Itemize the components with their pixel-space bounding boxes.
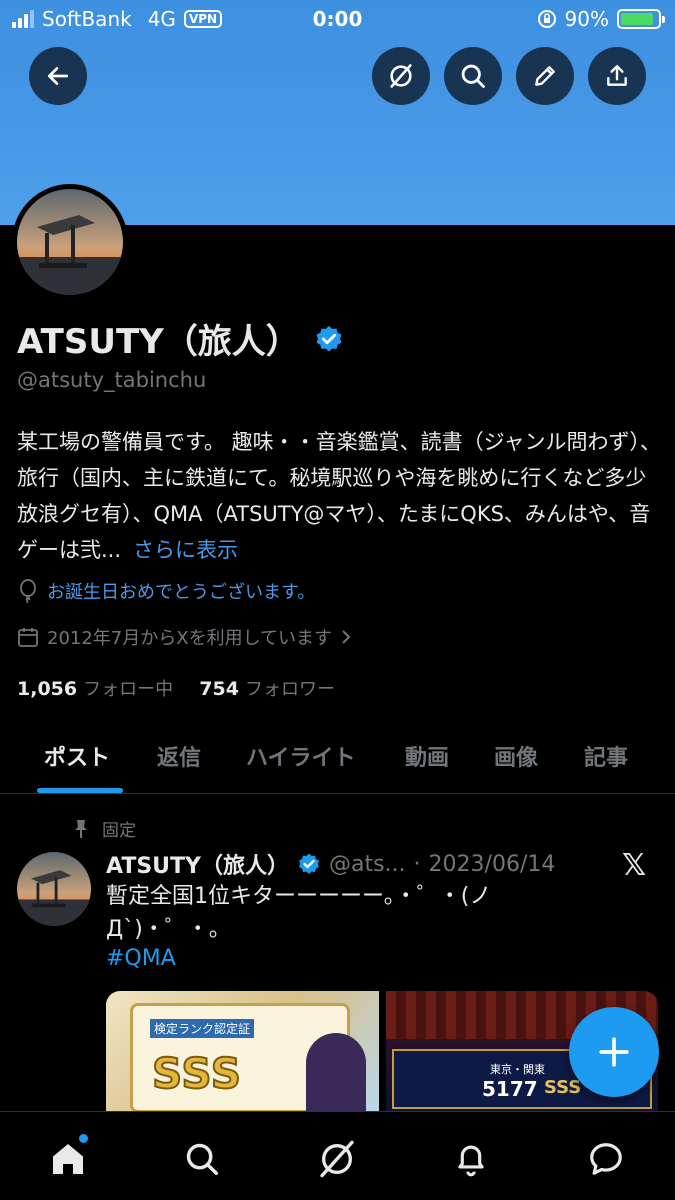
profile-name-row: ATSUTY（旅人） <box>17 314 344 363</box>
search-button[interactable] <box>444 47 502 105</box>
pinned-indicator: 固定 <box>72 816 136 841</box>
avatar-photo <box>17 189 123 295</box>
notification-dot <box>79 1134 88 1143</box>
status-bar: SoftBank 4G VPN 0:00 90% <box>0 0 675 40</box>
tab-posts[interactable]: ポスト <box>44 740 110 772</box>
nav-home[interactable] <box>43 1134 93 1184</box>
verified-badge-icon[interactable] <box>314 324 344 354</box>
image2-rank: SSS <box>544 1077 582 1098</box>
x-logo-icon: 𝕏 <box>622 848 647 883</box>
nav-search[interactable] <box>177 1134 227 1184</box>
avatar-photo <box>17 852 91 926</box>
tab-images[interactable]: 画像 <box>494 740 538 772</box>
post-date[interactable]: 2023/06/14 <box>429 852 556 877</box>
image2-caption: 東京・関東 <box>490 1063 545 1076</box>
orientation-lock-icon <box>537 10 556 28</box>
verified-badge-icon <box>298 853 319 874</box>
birthday-row: お誕生日おめでとうございます。 <box>17 578 315 604</box>
bell-icon <box>458 1145 484 1177</box>
followers-count: 754 <box>199 678 239 700</box>
post-header: ATSUTY（旅人） @ats... · 2023/06/14 <box>106 848 555 880</box>
image2-score: 5177 <box>482 1077 538 1101</box>
nav-notifications[interactable] <box>446 1134 496 1184</box>
post-author-name[interactable]: ATSUTY（旅人） <box>106 848 289 880</box>
plus-icon <box>599 1037 629 1067</box>
following-link[interactable]: 1,056 フォロー中 <box>17 678 173 700</box>
tab-videos[interactable]: 動画 <box>405 740 449 772</box>
pinned-label: 固定 <box>102 821 136 841</box>
share-icon <box>607 65 627 86</box>
grok-icon <box>320 1140 354 1178</box>
bottom-nav <box>0 1111 675 1200</box>
grok-icon <box>390 64 412 88</box>
following-count: 1,056 <box>17 678 78 700</box>
tab-articles[interactable]: 記事 <box>584 740 628 772</box>
joined-row[interactable]: 2012年7月からXを利用しています <box>17 624 352 650</box>
profile-avatar[interactable] <box>12 184 128 300</box>
followers-label: フォロワー <box>244 679 335 700</box>
birthday-text: お誕生日おめでとうございます。 <box>47 582 316 603</box>
calendar-icon <box>18 628 38 647</box>
edit-button[interactable] <box>516 47 574 105</box>
share-button[interactable] <box>588 47 646 105</box>
image1-caption: 検定ランク認定証 <box>150 1019 255 1038</box>
image1-rank: SSS <box>151 1048 242 1099</box>
post-author-handle: @ats... <box>328 851 406 877</box>
messages-icon <box>590 1143 622 1175</box>
active-tab-indicator <box>37 788 123 793</box>
balloon-icon <box>20 579 36 603</box>
profile-name: ATSUTY（旅人） <box>17 322 300 362</box>
followers-link[interactable]: 754 フォロワー <box>199 678 335 700</box>
profile-tabs: ポスト 返信 ハイライト 動画 画像 記事 <box>0 720 675 794</box>
nav-messages[interactable] <box>581 1134 631 1184</box>
tab-highlights[interactable]: ハイライト <box>246 740 356 772</box>
show-more-link[interactable]: さらに表示 <box>133 538 238 562</box>
profile-bio: 某工場の警備員です。 趣味・・音楽鑑賞、読書（ジャンル問わず）、旅行（国内、主に… <box>17 424 662 568</box>
home-icon <box>53 1144 83 1174</box>
nav-grok[interactable] <box>312 1134 362 1184</box>
battery-icon <box>617 9 665 29</box>
following-label: フォロー中 <box>83 679 174 700</box>
post-avatar[interactable] <box>17 852 91 926</box>
bio-text: 某工場の警備員です。 趣味・・音楽鑑賞、読書（ジャンル問わず）、旅行（国内、主に… <box>17 430 662 562</box>
back-button[interactable] <box>29 47 87 105</box>
tab-replies[interactable]: 返信 <box>157 740 201 772</box>
compose-button[interactable] <box>569 1007 659 1097</box>
post-separator: · <box>413 851 421 877</box>
post-text: 暫定全国1位キターーーーー。・゜・(ノД`)・゜・。 <box>106 884 492 942</box>
battery-percent: 90% <box>564 7 609 31</box>
arrow-left-icon <box>47 67 69 85</box>
post-hashtag[interactable]: #QMA <box>106 946 176 971</box>
chevron-right-icon <box>342 630 351 644</box>
profile-handle: @atsuty_tabinchu <box>17 368 207 392</box>
follow-stats: 1,056 フォロー中 754 フォロワー <box>17 675 335 701</box>
pin-icon <box>75 819 87 838</box>
search-icon <box>186 1143 218 1175</box>
search-icon <box>461 64 485 88</box>
grok-button[interactable] <box>372 47 430 105</box>
pencil-icon <box>535 66 555 86</box>
joined-text: 2012年7月からXを利用しています <box>47 628 333 649</box>
post-image-1[interactable]: 検定ランク認定証 SSS <box>106 991 379 1112</box>
